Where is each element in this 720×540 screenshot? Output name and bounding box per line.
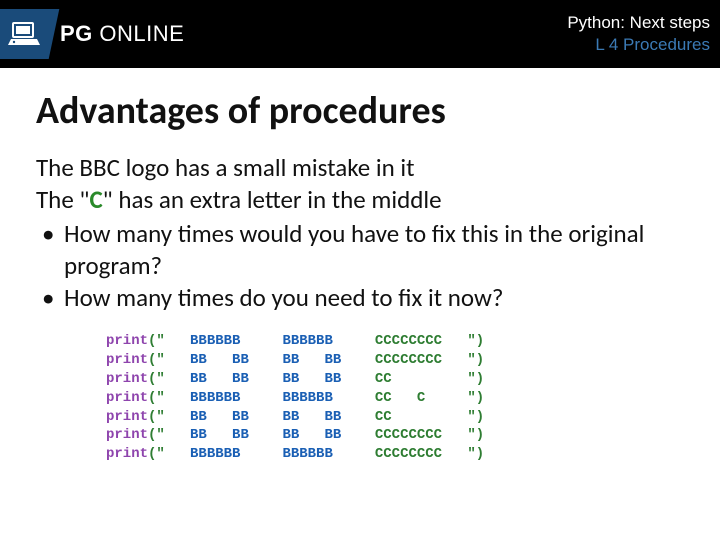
laptop-icon [0,9,59,59]
body-line-1: The BBC logo has a small mistake in it [36,152,684,184]
brand-pg: PG [60,21,93,46]
body-text: The BBC logo has a small mistake in it T… [36,152,684,314]
lesson-title: L 4 Procedures [567,34,710,56]
bullet-item: How many times do you need to fix it now… [36,282,684,314]
slide-content: Advantages of procedures The BBC logo ha… [0,68,720,474]
highlight-c: C [89,184,102,215]
brand-logo: PG ONLINE [0,9,184,59]
bullet-item: How many times would you have to fix thi… [36,218,684,282]
header-right: Python: Next steps L 4 Procedures [567,12,710,56]
brand-text: PG ONLINE [60,21,184,47]
body-line-2: The "C" has an extra letter in the middl… [36,184,684,216]
brand-online: ONLINE [93,21,185,46]
bullet-list: How many times would you have to fix thi… [36,218,684,314]
course-title: Python: Next steps [567,12,710,34]
slide-header: PG ONLINE Python: Next steps L 4 Procedu… [0,0,720,68]
code-block: print(" BBBBBB BBBBBB CCCCCCCC ") print(… [106,332,684,464]
page-title: Advantages of procedures [36,88,684,134]
